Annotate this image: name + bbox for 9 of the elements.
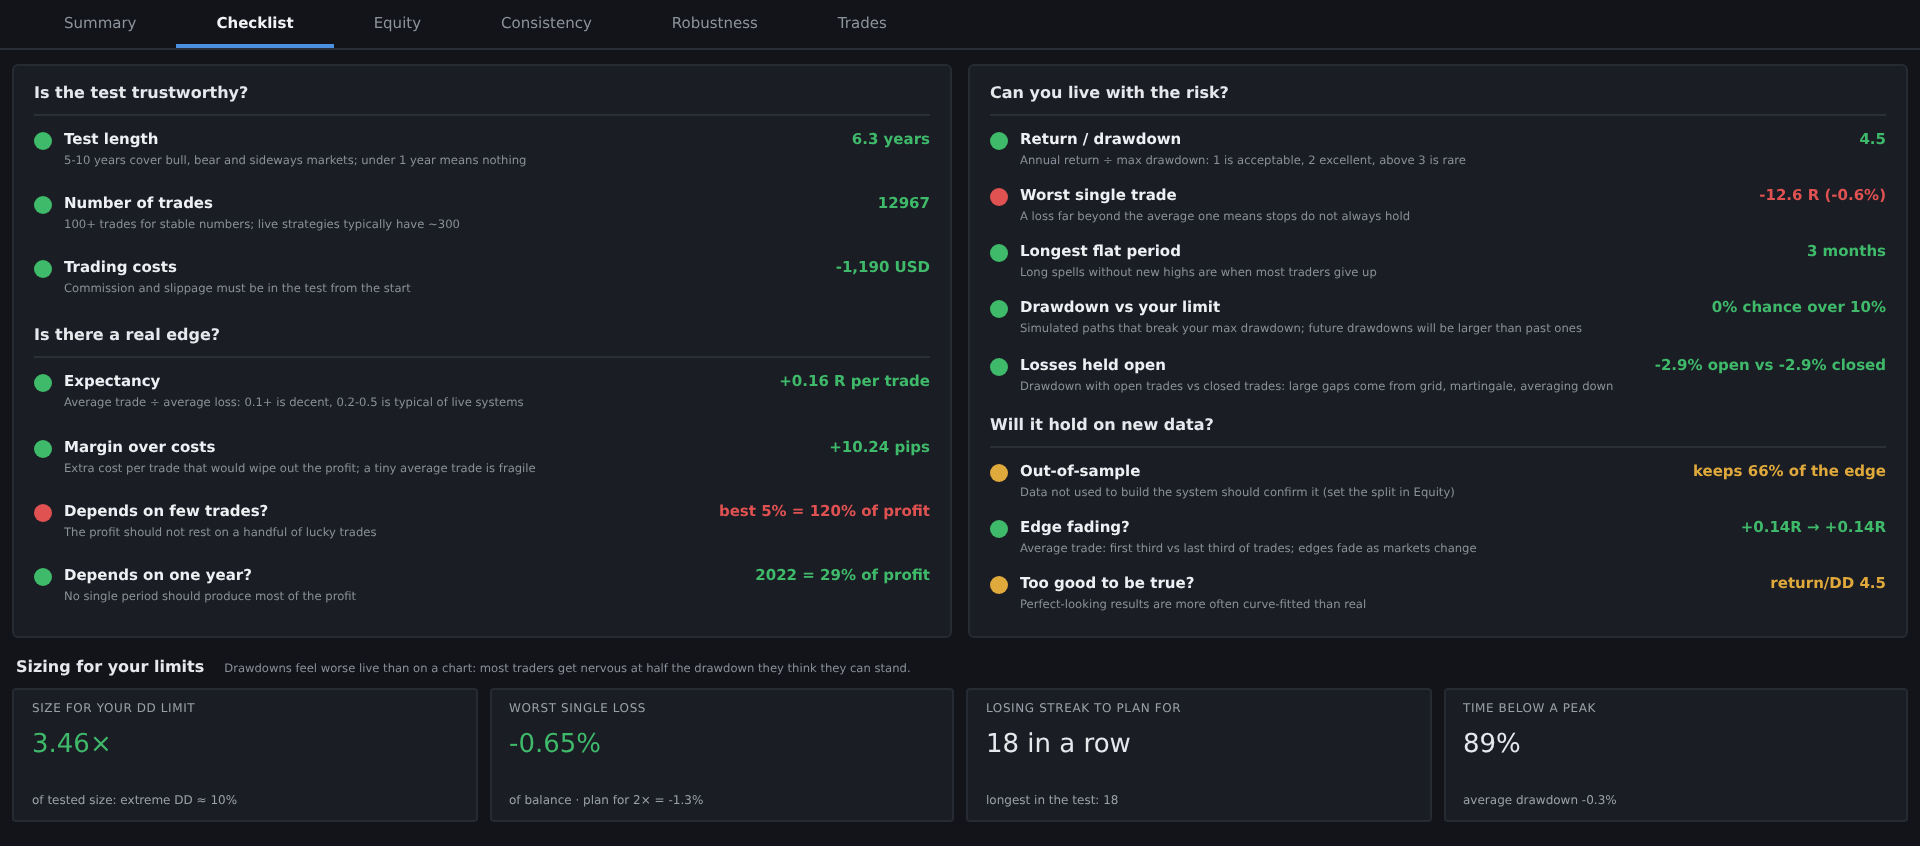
section-heading: Can you live with the risk? xyxy=(990,74,1886,116)
metric-value: 89% xyxy=(1463,730,1523,760)
section-heading: Will it hold on new data? xyxy=(990,405,1886,448)
metric-value: 3.46× xyxy=(32,730,114,760)
section-heading: Is the test trustworthy? xyxy=(34,74,930,116)
metric-value: -0.65% xyxy=(509,730,603,760)
section-heading: Is there a real edge? xyxy=(34,316,930,359)
section-title: Sizing for your limits xyxy=(16,658,205,676)
metric-value: 18 in a row xyxy=(986,730,1133,760)
